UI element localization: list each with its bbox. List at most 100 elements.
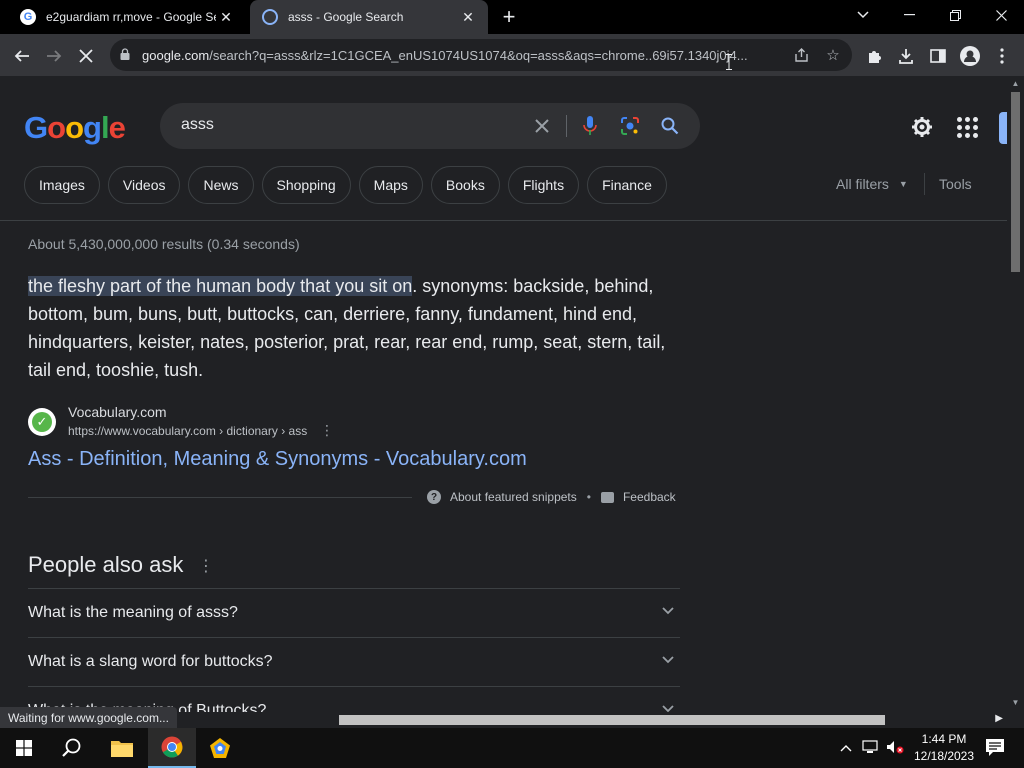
download-icon[interactable] xyxy=(892,42,920,70)
close-tab-icon[interactable]: ✕ xyxy=(458,7,478,27)
search-divider xyxy=(566,115,567,137)
snippet-footer-divider xyxy=(28,497,412,498)
about-featured-snippets-link[interactable]: About featured snippets xyxy=(450,490,577,504)
tab-search-chevron-icon[interactable] xyxy=(840,0,886,30)
search-box[interactable]: asss xyxy=(160,103,700,149)
help-icon: ? xyxy=(427,490,441,504)
volume-muted-icon[interactable] xyxy=(886,740,904,757)
chip-books[interactable]: Books xyxy=(430,166,500,204)
forward-icon[interactable] xyxy=(40,42,68,70)
file-explorer-icon[interactable] xyxy=(98,728,146,768)
horizontal-scrollbar[interactable]: ▶ xyxy=(339,712,1007,728)
paa-question[interactable]: What is a slang word for buttocks? xyxy=(28,637,680,686)
tab-strip: G e2guardiam rr,move - Google Se ✕ asss … xyxy=(0,0,1024,34)
result-title-link[interactable]: Ass - Definition, Meaning & Synonyms - V… xyxy=(28,448,527,471)
all-filters-label: All filters xyxy=(836,176,889,192)
minimize-icon[interactable] xyxy=(886,0,932,30)
google-apps-icon[interactable] xyxy=(955,115,979,139)
separator-dot: • xyxy=(586,490,591,504)
status-bubble: Waiting for www.google.com... xyxy=(0,707,177,728)
google-logo[interactable]: Google xyxy=(24,110,126,146)
chip-finance[interactable]: Finance xyxy=(587,166,667,204)
chevron-down-icon xyxy=(660,603,676,619)
tab-title: asss - Google Search xyxy=(288,10,404,24)
app-pentagon-icon[interactable] xyxy=(196,728,244,768)
address-bar[interactable]: google.com/search?q=asss&rlz=1C1GCEA_enU… xyxy=(110,39,852,71)
new-tab-icon[interactable]: + xyxy=(498,4,520,29)
back-icon[interactable] xyxy=(8,42,36,70)
chip-flights[interactable]: Flights xyxy=(507,166,580,204)
notification-center-icon[interactable] xyxy=(984,736,1008,760)
scroll-up-arrow-icon[interactable]: ▲ xyxy=(1011,79,1020,89)
tab-title: e2guardiam rr,move - Google Se xyxy=(46,10,216,24)
paa-question-text: What is the meaning of asss? xyxy=(28,604,238,621)
restore-icon[interactable] xyxy=(932,0,978,30)
lock-icon xyxy=(120,47,134,63)
feedback-link[interactable]: Feedback xyxy=(623,490,676,504)
chrome-taskbar-icon[interactable] xyxy=(148,728,196,768)
sign-in-button[interactable] xyxy=(999,112,1007,144)
share-icon[interactable] xyxy=(789,43,813,67)
windows-start-icon[interactable] xyxy=(0,728,48,768)
google-lens-icon[interactable] xyxy=(618,114,642,138)
chevron-down-icon xyxy=(660,701,676,712)
side-panel-icon[interactable] xyxy=(924,42,952,70)
scroll-down-arrow-icon[interactable]: ▼ xyxy=(1011,698,1020,708)
google-favicon-icon: G xyxy=(20,9,36,25)
chip-news[interactable]: News xyxy=(188,166,254,204)
tab-e2guardiam[interactable]: G e2guardiam rr,move - Google Se ✕ xyxy=(8,0,246,34)
paa-question-text: What is a slang word for buttocks? xyxy=(28,653,273,670)
people-also-ask-heading: People also ask xyxy=(28,552,184,577)
search-icon[interactable] xyxy=(658,114,682,138)
horizontal-scroll-thumb[interactable] xyxy=(339,715,885,725)
vertical-scroll-thumb[interactable] xyxy=(1011,92,1020,272)
chip-maps[interactable]: Maps xyxy=(358,166,423,204)
network-icon[interactable] xyxy=(862,740,878,757)
extensions-icon[interactable] xyxy=(860,42,888,70)
all-filters-button[interactable]: All filters ▼ xyxy=(836,176,908,192)
taskbar-clock[interactable]: 1:44 PM 12/18/2023 xyxy=(912,731,976,765)
header-divider xyxy=(0,220,1007,221)
scroll-right-arrow-icon[interactable]: ▶ xyxy=(995,713,1003,724)
search-input[interactable]: asss xyxy=(181,116,214,134)
text-cursor-icon xyxy=(726,54,732,70)
snippet-highlight: the fleshy part of the human body that y… xyxy=(28,276,413,296)
settings-gear-icon[interactable] xyxy=(909,114,935,140)
url-text: google.com/search?q=asss&rlz=1C1GCEA_enU… xyxy=(142,47,748,63)
tools-button[interactable]: Tools xyxy=(939,176,972,192)
chevron-down-icon xyxy=(660,652,676,668)
tab-asss-search[interactable]: asss - Google Search ✕ xyxy=(250,0,488,34)
chip-images[interactable]: Images xyxy=(24,166,100,204)
chip-videos[interactable]: Videos xyxy=(107,166,181,204)
vertical-scrollbar[interactable]: ▲ ▼ xyxy=(1007,76,1024,712)
stop-loading-icon[interactable] xyxy=(72,42,100,70)
source-name: Vocabulary.com xyxy=(68,404,167,420)
microphone-icon[interactable] xyxy=(578,114,602,138)
clock-date: 12/18/2023 xyxy=(913,749,975,763)
windows-taskbar: 1:44 PM 12/18/2023 xyxy=(0,728,1024,768)
clear-search-icon[interactable] xyxy=(530,114,554,138)
paa-more-options-icon[interactable]: ⋮ xyxy=(198,556,214,576)
result-stats: About 5,430,000,000 results (0.34 second… xyxy=(28,236,300,252)
profile-avatar-icon[interactable] xyxy=(956,42,984,70)
clock-time: 1:44 PM xyxy=(921,732,967,746)
browser-toolbar: google.com/search?q=asss&rlz=1C1GCEA_enU… xyxy=(0,34,1024,76)
chip-shopping[interactable]: Shopping xyxy=(261,166,351,204)
filters-divider xyxy=(924,173,925,195)
chrome-menu-icon[interactable] xyxy=(988,42,1016,70)
bookmark-star-icon[interactable]: ☆ xyxy=(821,43,845,67)
close-tab-icon[interactable]: ✕ xyxy=(216,7,236,27)
search-filter-chips: Images Videos News Shopping Maps Books F… xyxy=(24,166,667,204)
snippet-footer: ? About featured snippets • Feedback xyxy=(427,490,676,504)
result-more-options-icon[interactable]: ⋮ xyxy=(320,422,334,439)
tray-overflow-chevron-icon[interactable] xyxy=(840,740,852,755)
dropdown-caret-icon: ▼ xyxy=(898,179,908,189)
paa-question[interactable]: What is the meaning of asss? xyxy=(28,588,680,637)
featured-snippet: the fleshy part of the human body that y… xyxy=(28,272,688,384)
close-window-icon[interactable] xyxy=(978,0,1024,30)
search-results-page: Google asss Images Videos News Shopping … xyxy=(0,76,1007,712)
feedback-icon xyxy=(600,491,614,503)
loading-spinner-icon xyxy=(262,9,278,25)
source-url: https://www.vocabulary.com › dictionary … xyxy=(68,424,308,438)
taskbar-search-icon[interactable] xyxy=(48,728,96,768)
